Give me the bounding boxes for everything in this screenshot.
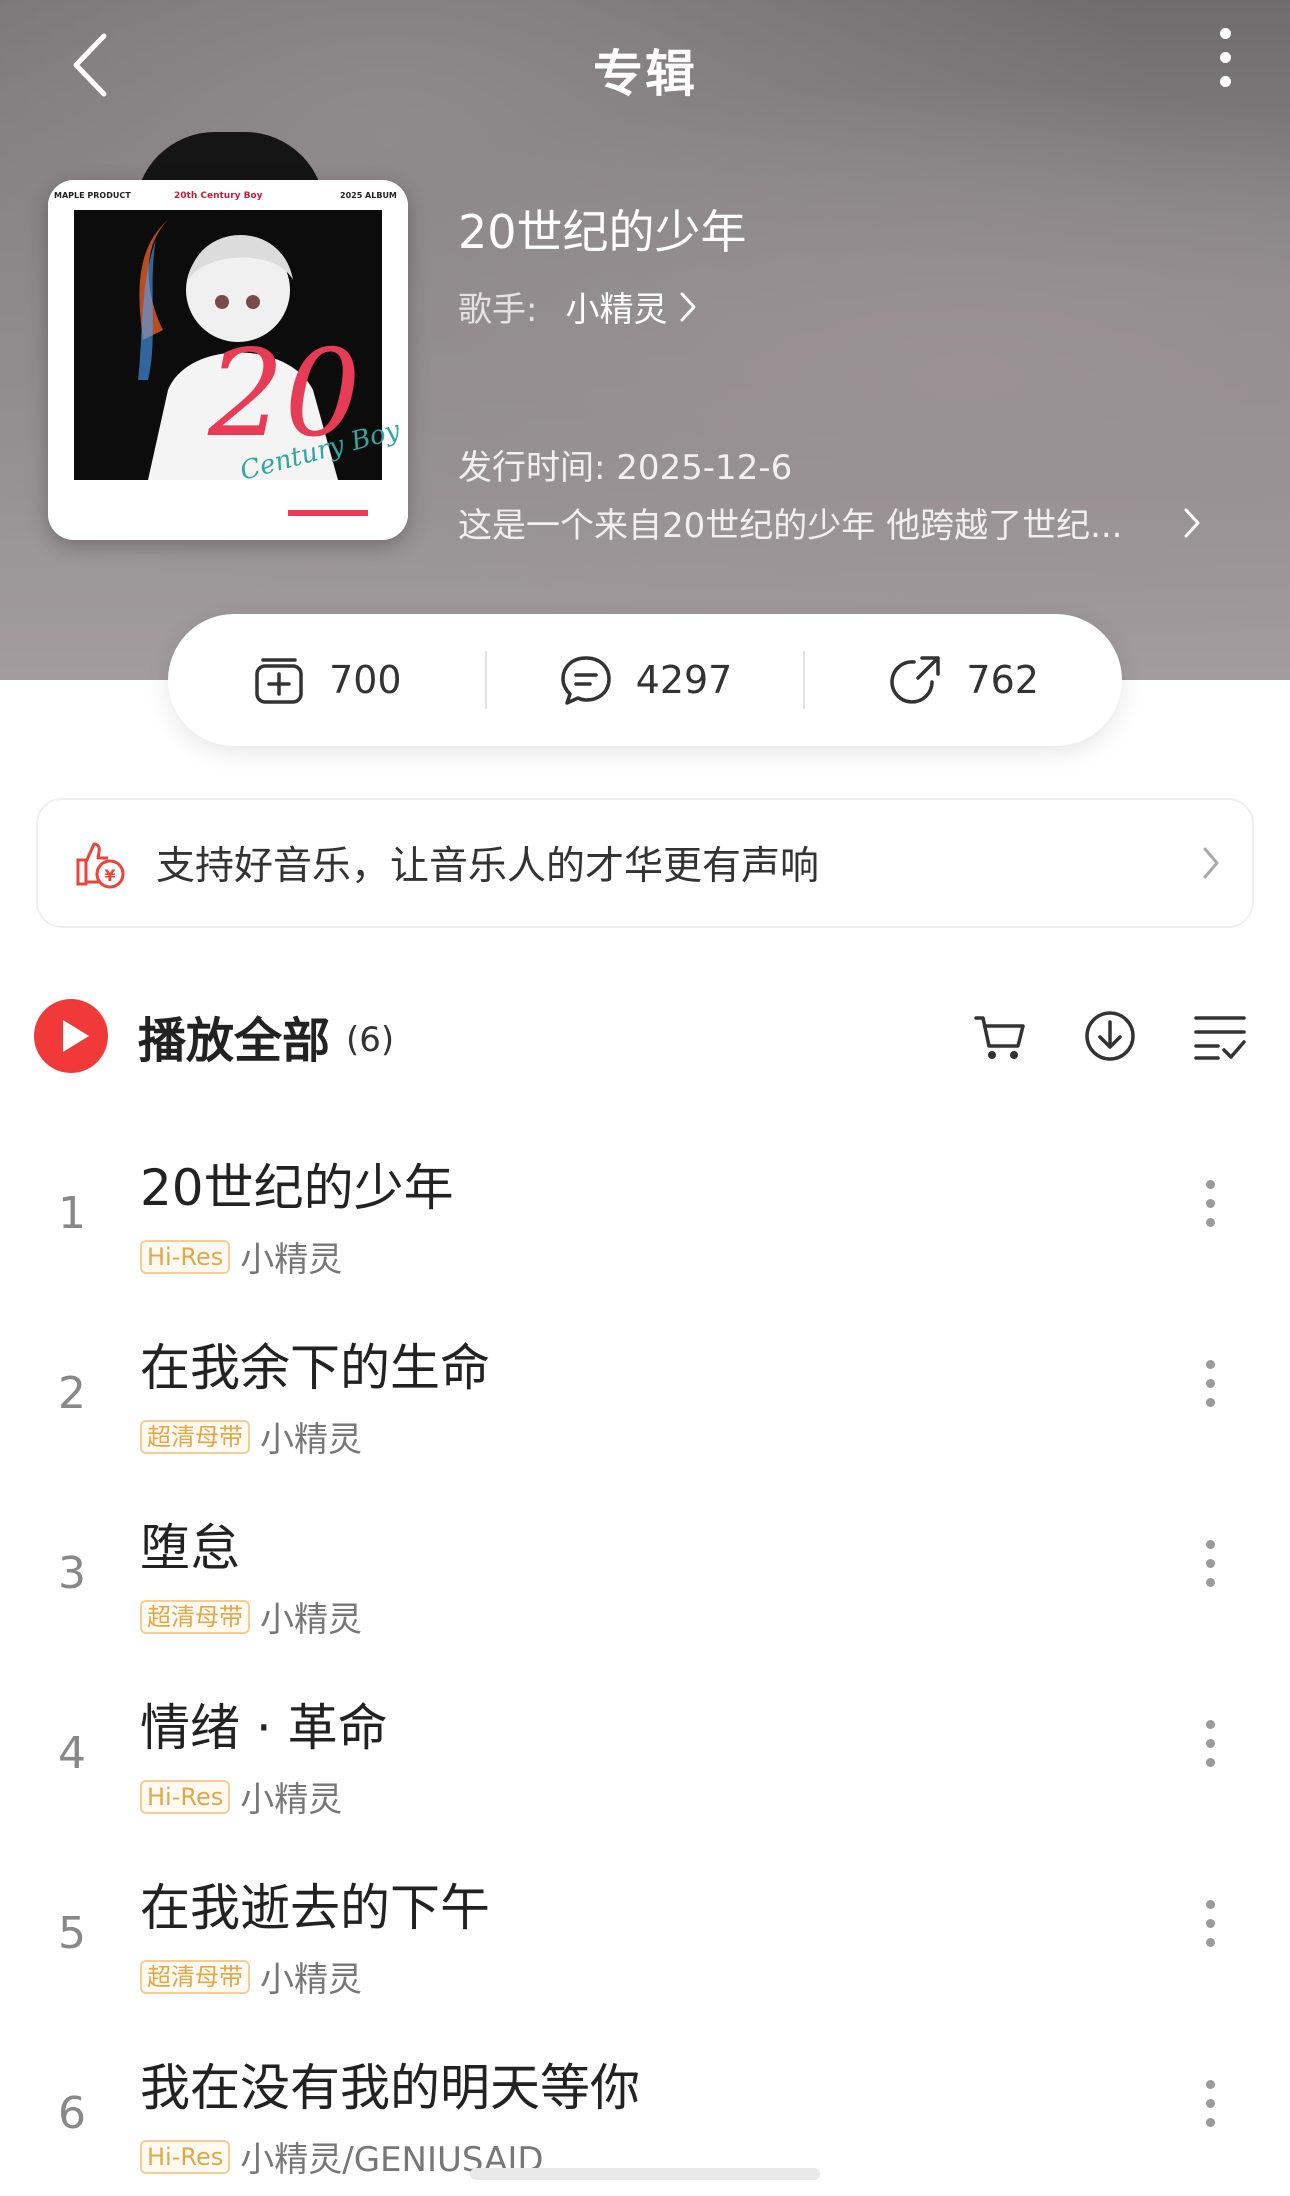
add-to-collection-icon [255,658,303,704]
cover-label-center: 20th Century Boy [174,191,263,201]
download-icon[interactable] [1082,1008,1138,1064]
play-all-row: 播放全部 (6) [34,996,1256,1076]
track-meta: 超清母带 小精灵 [140,1592,362,1641]
svg-text:¥: ¥ [104,866,115,885]
track-artist: 小精灵 [260,1960,362,2000]
track-number: 1 [58,1188,86,1239]
album-cover[interactable]: 20 Century Boy MAPLE PRODUCT 20th Centur… [48,180,408,540]
album-description[interactable]: 这是一个来自20世纪的少年 他跨越了世纪... [458,498,1203,547]
more-options-button[interactable] [1200,28,1250,102]
track-row[interactable]: 2 在我余下的生命 超清母带 小精灵 [0,1328,1290,1468]
track-artist: 小精灵 [260,1600,362,1640]
comments-button[interactable]: 4297 [487,652,804,708]
track-number: 6 [58,2088,86,2139]
share-button[interactable]: 762 [805,652,1122,708]
track-meta: 超清母带 小精灵 [140,1952,362,2001]
track-more-button[interactable] [1200,1900,1220,1960]
page-title: 专辑 [593,45,697,103]
track-row[interactable]: 3 堕怠 超清母带 小精灵 [0,1508,1290,1648]
quality-badge: 超清母带 [140,1599,250,1634]
track-artist: 小精灵 [240,1780,343,1820]
chevron-right-icon [680,292,696,321]
artist-link[interactable]: 歌手: 小精灵 [458,282,699,331]
comments-count: 4297 [635,658,733,702]
album-title: 20世纪的少年 [458,205,747,259]
cover-label-left: MAPLE PRODUCT [54,191,131,200]
share-count: 762 [966,658,1039,702]
track-meta: Hi-Res 小精灵 [140,1772,342,1821]
chevron-right-icon [1184,508,1200,537]
track-more-button[interactable] [1200,2080,1220,2140]
artist-label: 歌手: [458,290,538,330]
track-meta: Hi-Res 小精灵 [140,1232,342,1281]
chevron-right-icon [1203,847,1219,879]
track-title: 在我余下的生命 [140,1339,490,1397]
track-more-button[interactable] [1200,1360,1220,1420]
track-more-button[interactable] [1200,1720,1220,1780]
quality-badge: 超清母带 [140,1419,250,1454]
quality-badge: Hi-Res [140,1239,231,1274]
artist-name: 小精灵 [565,290,668,330]
track-number: 2 [58,1368,86,1419]
track-artist: 小精灵 [240,1240,343,1280]
play-all-label[interactable]: 播放全部 [138,1001,330,1071]
collect-button[interactable]: 700 [168,652,485,708]
track-more-button[interactable] [1200,1540,1220,1600]
track-number: 3 [58,1548,86,1599]
track-number: 5 [58,1908,86,1959]
track-artist: 小精灵 [260,1420,362,1460]
share-icon [890,656,941,704]
track-title: 情绪 · 革命 [140,1699,388,1757]
multi-select-icon[interactable] [1192,1008,1248,1064]
quality-badge: Hi-Res [140,2139,231,2174]
support-text: 支持好音乐，让音乐人的才华更有声响 [156,844,820,889]
home-indicator [470,2168,820,2180]
toolbar [972,1008,1248,1064]
cover-label-right: 2025 ALBUM [340,191,397,200]
track-title: 20世纪的少年 [140,1159,454,1217]
track-row[interactable]: 5 在我逝去的下午 超清母带 小精灵 [0,1868,1290,2008]
track-row[interactable]: 6 我在没有我的明天等你 Hi-Res 小精灵/GENIUSAID [0,2048,1290,2188]
track-number: 4 [58,1728,86,1779]
track-meta: 超清母带 小精灵 [140,1412,362,1461]
release-date: 发行时间: 2025-12-6 [458,448,793,488]
stats-bar: 700 4297 762 [168,614,1122,746]
quality-badge: Hi-Res [140,1779,231,1814]
comment-icon [560,656,611,705]
quality-badge: 超清母带 [140,1959,250,1994]
top-bar: 专辑 [0,20,1290,110]
track-more-button[interactable] [1200,1180,1220,1240]
description-text: 这是一个来自20世纪的少年 他跨越了世纪... [458,506,1123,546]
track-title: 堕怠 [140,1519,240,1577]
cart-icon[interactable] [972,1008,1028,1064]
track-count: (6) [346,1020,395,1060]
track-title: 我在没有我的明天等你 [140,2059,640,2117]
track-title: 在我逝去的下午 [140,1879,490,1937]
track-row[interactable]: 1 20世纪的少年 Hi-Res 小精灵 [0,1148,1290,1288]
support-banner[interactable]: ¥ 支持好音乐，让音乐人的才华更有声响 [36,798,1254,928]
play-all-button[interactable] [34,999,108,1073]
collect-count: 700 [329,658,402,702]
thumbs-up-coin-icon: ¥ [76,842,125,889]
track-row[interactable]: 4 情绪 · 革命 Hi-Res 小精灵 [0,1688,1290,1828]
album-cover-art: 20 Century Boy MAPLE PRODUCT 20th Centur… [48,180,408,540]
